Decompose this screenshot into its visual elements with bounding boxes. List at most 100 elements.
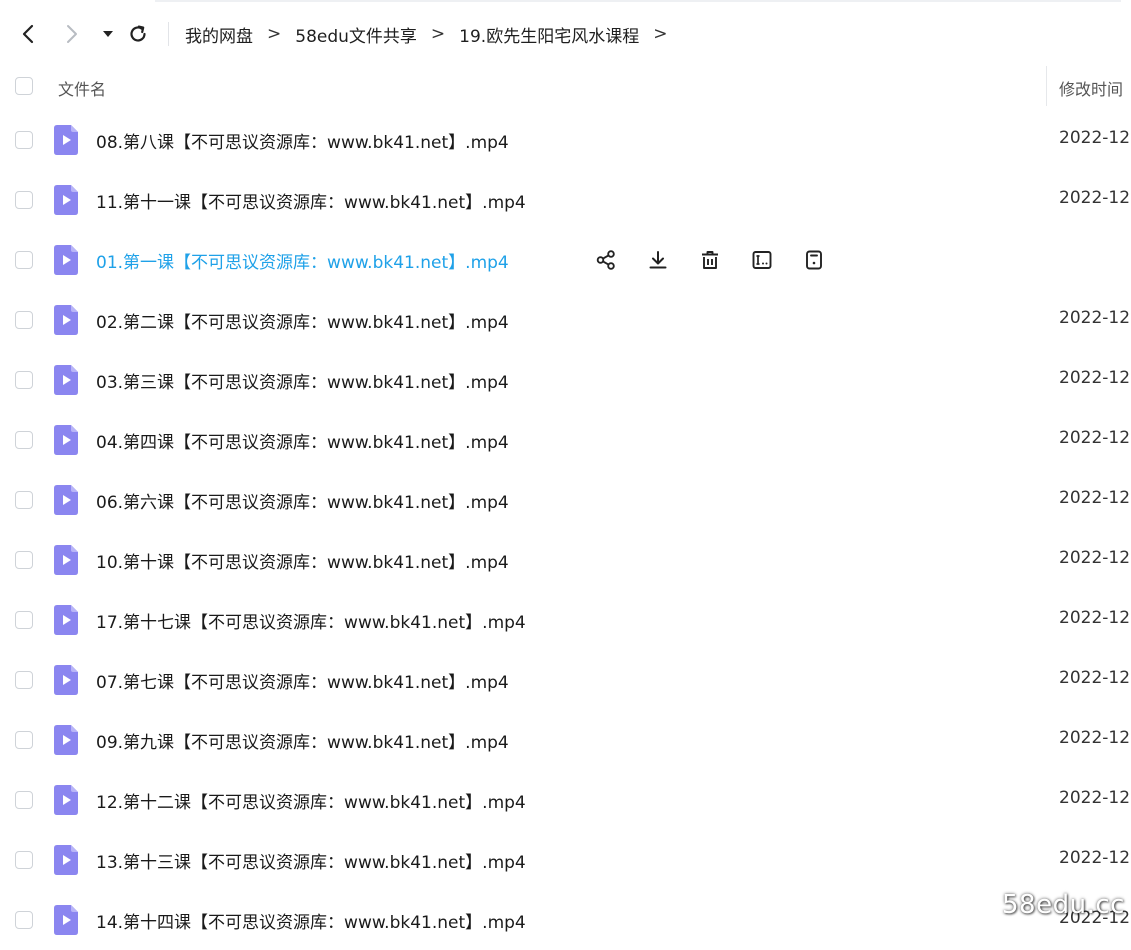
file-row[interactable]: 03.第三课【不可思议资源库：www.bk41.net】.mp4 2022-12 [0,350,1131,410]
navigation-bar: 我的网盘 > 58edu文件共享 > 19.欧先生阳宅风水课程 > [0,8,1131,60]
file-row[interactable]: 13.第十三课【不可思议资源库：www.bk41.net】.mp4 2022-12 [0,830,1131,890]
info-icon [803,249,825,271]
breadcrumb-separator: > [267,24,282,44]
breadcrumb-item-current[interactable]: 19.欧先生阳宅风水课程 [459,22,639,47]
row-checkbox[interactable] [15,551,33,569]
video-file-icon [54,905,78,935]
file-row[interactable]: 14.第十四课【不可思议资源库：www.bk41.net】.mp4 2022-12 [0,890,1131,950]
video-file-icon [54,665,78,695]
file-row[interactable]: 09.第九课【不可思议资源库：www.bk41.net】.mp4 2022-12 [0,710,1131,770]
row-checkbox[interactable] [15,791,33,809]
file-row[interactable]: 10.第十课【不可思议资源库：www.bk41.net】.mp4 2022-12 [0,530,1131,590]
row-checkbox[interactable] [15,671,33,689]
file-name[interactable]: 14.第十四课【不可思议资源库：www.bk41.net】.mp4 [96,908,526,933]
select-all-checkbox[interactable] [15,77,33,95]
download-button[interactable] [644,246,672,274]
row-checkbox[interactable] [15,131,33,149]
file-name[interactable]: 02.第二课【不可思议资源库：www.bk41.net】.mp4 [96,308,509,333]
video-file-icon [54,605,78,635]
file-modified-time: 2022-12 [1059,308,1131,328]
video-file-icon [54,185,78,215]
chevron-left-icon [22,24,34,44]
file-name[interactable]: 08.第八课【不可思议资源库：www.bk41.net】.mp4 [96,128,509,153]
row-checkbox[interactable] [15,431,33,449]
video-file-icon [54,545,78,575]
breadcrumb-item-share[interactable]: 58edu文件共享 [295,22,417,47]
file-list: 08.第八课【不可思议资源库：www.bk41.net】.mp4 2022-12 1… [0,110,1131,950]
file-row[interactable]: 17.第十七课【不可思议资源库：www.bk41.net】.mp4 2022-12 [0,590,1131,650]
row-checkbox[interactable] [15,251,33,269]
file-row[interactable]: 08.第八课【不可思议资源库：www.bk41.net】.mp4 2022-12 [0,110,1131,170]
file-modified-time: 2022-12 [1059,668,1131,688]
video-file-icon [54,845,78,875]
row-action-bar [592,246,828,274]
file-name[interactable]: 10.第十课【不可思议资源库：www.bk41.net】.mp4 [96,548,509,573]
file-name[interactable]: 13.第十三课【不可思议资源库：www.bk41.net】.mp4 [96,848,526,873]
video-file-icon [54,125,78,155]
caret-down-icon [103,31,113,37]
file-name[interactable]: 11.第十一课【不可思议资源库：www.bk41.net】.mp4 [96,188,526,213]
file-name[interactable]: 03.第三课【不可思议资源库：www.bk41.net】.mp4 [96,368,509,393]
file-modified-time: 2022-12 [1059,728,1131,748]
file-name[interactable]: 07.第七课【不可思议资源库：www.bk41.net】.mp4 [96,668,509,693]
file-row[interactable]: 11.第十一课【不可思议资源库：www.bk41.net】.mp4 2022-12 [0,170,1131,230]
row-checkbox[interactable] [15,311,33,329]
delete-button[interactable] [696,246,724,274]
breadcrumb-item-root[interactable]: 我的网盘 [185,22,253,47]
column-header-name[interactable]: 文件名 [58,76,106,100]
row-checkbox[interactable] [15,191,33,209]
refresh-icon [130,25,146,42]
video-file-icon [54,485,78,515]
rename-button[interactable] [748,246,776,274]
row-checkbox[interactable] [15,371,33,389]
breadcrumb-separator: > [430,24,446,44]
video-file-icon [54,785,78,815]
file-name[interactable]: 17.第十七课【不可思议资源库：www.bk41.net】.mp4 [96,608,526,633]
row-checkbox[interactable] [15,911,33,929]
file-row[interactable]: 04.第四课【不可思议资源库：www.bk41.net】.mp4 2022-12 [0,410,1131,470]
file-list-header: 文件名 修改时间 [0,64,1131,110]
file-modified-time: 2022-12 [1059,368,1131,388]
nav-divider [168,22,169,46]
share-icon [595,249,617,271]
file-modified-time: 2022-12 [1059,548,1131,568]
watermark: 58edu.cc [1002,890,1125,920]
file-name[interactable]: 06.第六课【不可思议资源库：www.bk41.net】.mp4 [96,488,509,513]
file-modified-time: 2022-12 [1059,128,1131,148]
column-divider[interactable] [1046,66,1047,106]
file-modified-time: 2022-12 [1059,608,1131,628]
file-name[interactable]: 04.第四课【不可思议资源库：www.bk41.net】.mp4 [96,428,509,453]
video-file-icon [54,365,78,395]
file-row[interactable]: 01.第一课【不可思议资源库：www.bk41.net】.mp4 [0,230,1131,290]
row-checkbox[interactable] [15,611,33,629]
row-checkbox[interactable] [15,851,33,869]
file-row[interactable]: 12.第十二课【不可思议资源库：www.bk41.net】.mp4 2022-12 [0,770,1131,830]
forward-button[interactable] [58,20,86,48]
file-row[interactable]: 07.第七课【不可思议资源库：www.bk41.net】.mp4 2022-12 [0,650,1131,710]
chevron-right-icon [67,25,77,43]
share-button[interactable] [592,246,620,274]
file-modified-time: 2022-12 [1059,488,1131,508]
breadcrumb-separator: > [653,24,668,44]
video-file-icon [54,425,78,455]
video-file-icon [54,725,78,755]
video-file-icon [54,305,78,335]
refresh-button[interactable] [124,20,152,48]
rename-icon [751,249,773,271]
back-button[interactable] [14,20,42,48]
file-name[interactable]: 01.第一课【不可思议资源库：www.bk41.net】.mp4 [96,248,509,273]
file-row[interactable]: 02.第二课【不可思议资源库：www.bk41.net】.mp4 2022-12 [0,290,1131,350]
delete-icon [699,249,721,271]
history-dropdown-button[interactable] [94,20,122,48]
column-header-modified[interactable]: 修改时间 [1059,76,1123,100]
file-name[interactable]: 12.第十二课【不可思议资源库：www.bk41.net】.mp4 [96,788,526,813]
row-checkbox[interactable] [15,491,33,509]
row-checkbox[interactable] [15,731,33,749]
file-modified-time: 2022-12 [1059,188,1131,208]
top-divider [155,0,1121,2]
file-modified-time: 2022-12 [1059,428,1131,448]
file-name[interactable]: 09.第九课【不可思议资源库：www.bk41.net】.mp4 [96,728,509,753]
video-file-icon [54,245,78,275]
info-button[interactable] [800,246,828,274]
file-row[interactable]: 06.第六课【不可思议资源库：www.bk41.net】.mp4 2022-12 [0,470,1131,530]
